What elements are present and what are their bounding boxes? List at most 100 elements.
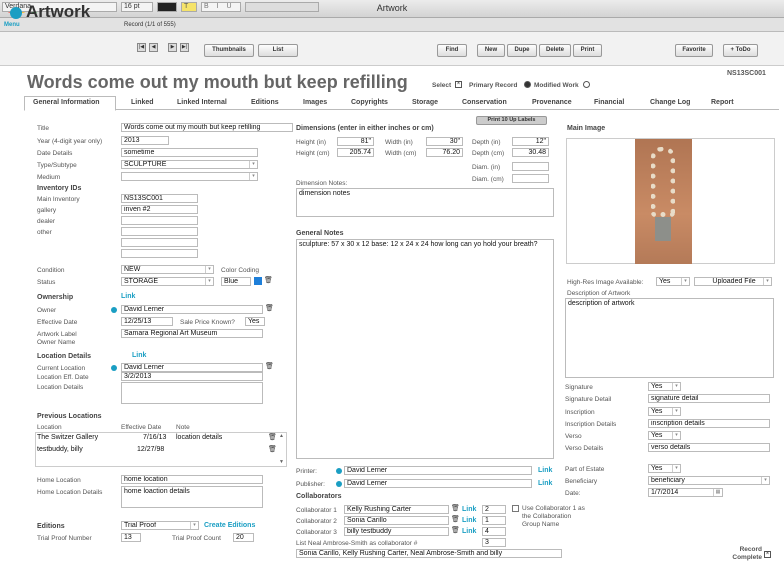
todo-button[interactable]: + ToDo <box>723 44 758 57</box>
text-style-buttons[interactable]: B I U <box>201 2 241 12</box>
publisher-link[interactable]: Link <box>538 480 552 487</box>
tab-conservation[interactable]: Conservation <box>462 99 507 106</box>
location-details-field[interactable] <box>121 382 263 404</box>
tab-images[interactable]: Images <box>303 99 327 106</box>
modified-work-radio[interactable] <box>583 81 590 88</box>
other-field-1[interactable] <box>121 227 198 236</box>
highlight-icon[interactable]: T <box>181 2 197 12</box>
calendar-icon[interactable]: ▦ <box>713 489 722 496</box>
tab-linked[interactable]: Linked <box>131 99 154 106</box>
inscription-select[interactable]: Yes ▾ <box>648 407 681 416</box>
title-field[interactable]: Words come out my mouth but keep refilli… <box>121 123 293 132</box>
type-select[interactable]: SCULPTURE ▾ <box>121 160 258 169</box>
other-field-2[interactable] <box>121 238 198 247</box>
date-details-field[interactable]: sometime <box>121 148 258 157</box>
ownership-link[interactable]: Link <box>121 293 135 300</box>
description-field[interactable]: description of artwork <box>565 298 774 378</box>
tab-report[interactable]: Report <box>711 99 734 106</box>
tab-change-log[interactable]: Change Log <box>650 99 690 106</box>
beneficiary-select[interactable]: beneficiary ▾ <box>648 476 770 485</box>
verso-details-field[interactable]: verso details <box>648 443 770 452</box>
create-editions-link[interactable]: Create Editions <box>204 522 255 529</box>
sale-price-field[interactable]: Yes <box>245 317 265 326</box>
collaborator-3-field[interactable]: billy testbuddy <box>344 527 449 536</box>
next-record-icon[interactable]: ▶ <box>168 43 177 52</box>
dimension-notes-field[interactable]: dimension notes <box>296 188 554 217</box>
first-record-icon[interactable]: |◀ <box>137 43 146 52</box>
last-record-icon[interactable]: ▶| <box>180 43 189 52</box>
signature-select[interactable]: Yes ▾ <box>648 382 681 391</box>
main-image-frame[interactable] <box>566 138 775 264</box>
menu-link[interactable]: Menu <box>4 22 20 28</box>
artwork-label-field[interactable]: Samara Regional Art Museum <box>121 329 263 338</box>
text-color-icon[interactable] <box>157 2 177 12</box>
trash-icon[interactable]: 🗑 <box>265 362 274 370</box>
use-collaborator-checkbox[interactable] <box>512 505 519 512</box>
main-inventory-field[interactable]: NS13SC001 <box>121 194 198 203</box>
status-select[interactable]: STORAGE ▾ <box>121 277 214 286</box>
estate-select[interactable]: Yes ▾ <box>648 464 681 473</box>
effective-date-field[interactable]: 12/25/13 <box>121 317 173 326</box>
owner-field[interactable]: David Lerner <box>121 305 263 314</box>
trial-proof-count-field[interactable]: 20 <box>233 533 254 542</box>
medium-select[interactable]: ▾ <box>121 172 258 181</box>
favorite-button[interactable]: Favorite <box>675 44 713 57</box>
tab-copyrights[interactable]: Copyrights <box>351 99 388 106</box>
date-field[interactable]: 1/7/2014 ▦ <box>648 488 723 497</box>
collaborator-3-number[interactable]: 4 <box>482 527 506 536</box>
find-button[interactable]: Find <box>437 44 467 57</box>
location-eff-date-field[interactable]: 3/2/2013 <box>121 372 263 381</box>
list-collaborator-number[interactable]: 3 <box>482 538 506 547</box>
uploaded-file-select[interactable]: Uploaded File ▾ <box>694 277 772 286</box>
home-location-field[interactable]: home location <box>121 475 263 484</box>
trash-icon[interactable]: 🗑 <box>451 515 460 523</box>
trash-icon[interactable]: 🗑 <box>265 304 274 312</box>
verso-select[interactable]: Yes ▾ <box>648 431 681 440</box>
alignment-buttons[interactable] <box>245 2 319 12</box>
select-checkbox[interactable]: × <box>455 81 462 88</box>
dealer-field[interactable] <box>121 216 198 225</box>
collaborator-2-link[interactable]: Link <box>462 517 476 524</box>
width-cm-field[interactable]: 76.20 <box>426 148 463 157</box>
home-location-details-field[interactable]: home loaction details <box>121 486 263 508</box>
record-complete-checkbox[interactable]: × <box>764 551 771 558</box>
scroll-up-icon[interactable]: ▲ <box>279 433 284 439</box>
new-button[interactable]: New <box>477 44 505 57</box>
collaborator-list-field[interactable]: Sonia Carillo, Kelly Rushing Carter, Nea… <box>296 549 562 558</box>
print-labels-button[interactable]: Print 10 Up Labels <box>476 116 547 125</box>
collaborator-2-number[interactable]: 1 <box>482 516 506 525</box>
width-in-field[interactable]: 30" <box>426 137 463 146</box>
dupe-button[interactable]: Dupe <box>507 44 537 57</box>
editions-select[interactable]: Trial Proof ▾ <box>121 521 199 530</box>
color-coding-field[interactable]: Blue <box>221 277 251 286</box>
prev-record-icon[interactable]: ◀ <box>149 43 158 52</box>
collaborator-1-field[interactable]: Kelly Rushing Carter <box>344 505 449 514</box>
collaborator-2-field[interactable]: Sonia Carillo <box>344 516 449 525</box>
tab-financial[interactable]: Financial <box>594 99 624 106</box>
tab-general-information[interactable]: General Information <box>33 99 100 106</box>
general-notes-field[interactable]: sculpture: 57 x 30 x 12 base: 12 x 24 x … <box>296 239 554 459</box>
list-button[interactable]: List <box>258 44 298 57</box>
publisher-field[interactable]: David Lerner <box>344 479 532 488</box>
printer-field[interactable]: David Lerner <box>344 466 532 475</box>
diam-in-field[interactable] <box>512 162 549 171</box>
other-field-3[interactable] <box>121 249 198 258</box>
tab-provenance[interactable]: Provenance <box>532 99 572 106</box>
trash-icon[interactable]: 🗑 <box>264 276 273 284</box>
thumbnails-button[interactable]: Thumbnails <box>204 44 254 57</box>
trash-icon[interactable]: 🗑 <box>451 504 460 512</box>
height-cm-field[interactable]: 205.74 <box>337 148 374 157</box>
trash-icon[interactable]: 🗑 <box>451 526 460 534</box>
tab-editions[interactable]: Editions <box>251 99 279 106</box>
collaborator-1-number[interactable]: 2 <box>482 505 506 514</box>
delete-button[interactable]: Delete <box>539 44 571 57</box>
font-size-select[interactable]: 16 pt <box>121 2 153 12</box>
diam-cm-field[interactable] <box>512 174 549 183</box>
tab-storage[interactable]: Storage <box>412 99 438 106</box>
print-button[interactable]: Print <box>573 44 602 57</box>
trash-icon[interactable]: 🗑 <box>268 433 277 441</box>
hires-select[interactable]: Yes ▾ <box>656 277 690 286</box>
scroll-down-icon[interactable]: ▼ <box>279 459 284 465</box>
depth-cm-field[interactable]: 30.48 <box>512 148 549 157</box>
depth-in-field[interactable]: 12" <box>512 137 549 146</box>
